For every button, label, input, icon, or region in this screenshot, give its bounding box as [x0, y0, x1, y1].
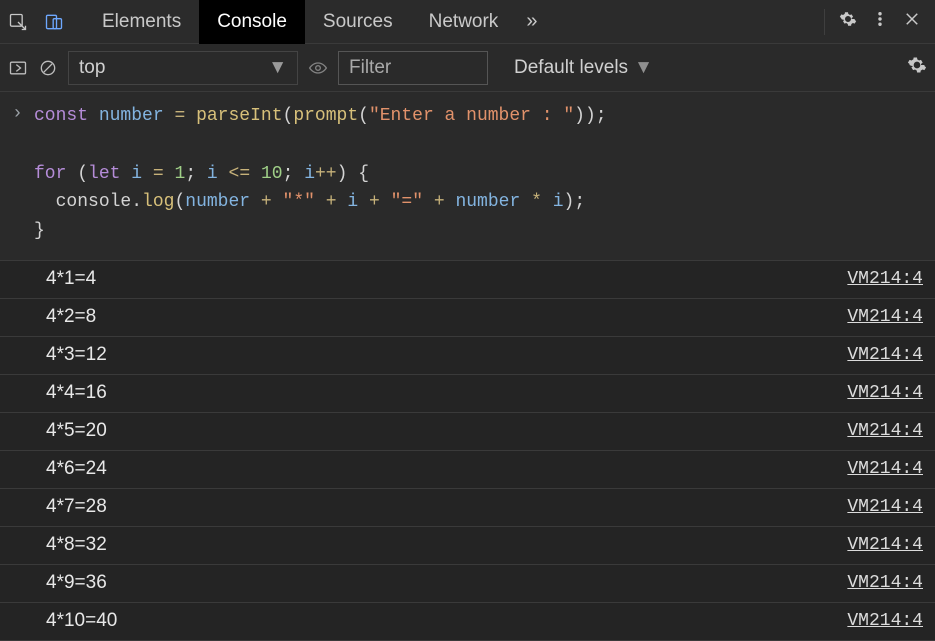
- context-value: top: [79, 57, 105, 79]
- log-row: 4*3=12 VM214:4: [0, 337, 935, 375]
- log-message: 4*3=12: [46, 344, 107, 366]
- log-message: 4*4=16: [46, 382, 107, 404]
- log-source-link[interactable]: VM214:4: [847, 535, 923, 555]
- close-icon[interactable]: [903, 10, 921, 33]
- overflow-tabs-icon[interactable]: »: [516, 10, 547, 33]
- tab-console[interactable]: Console: [199, 0, 305, 44]
- log-levels-selector[interactable]: Default levels ▼: [506, 57, 661, 79]
- levels-label: Default levels: [514, 57, 628, 79]
- tab-sources[interactable]: Sources: [305, 0, 411, 44]
- log-source-link[interactable]: VM214:4: [847, 307, 923, 327]
- toggle-sidebar-icon[interactable]: [8, 58, 28, 78]
- log-row: 4*4=16 VM214:4: [0, 375, 935, 413]
- log-source-link[interactable]: VM214:4: [847, 497, 923, 517]
- log-row: 4*7=28 VM214:4: [0, 489, 935, 527]
- log-message: 4*5=20: [46, 420, 107, 442]
- log-row: 4*2=8 VM214:4: [0, 299, 935, 337]
- log-message: 4*2=8: [46, 306, 96, 328]
- chevron-down-icon: ▼: [268, 57, 287, 79]
- log-row: 4*9=36 VM214:4: [0, 565, 935, 603]
- inspect-element-icon[interactable]: [0, 0, 36, 44]
- log-message: 4*7=28: [46, 496, 107, 518]
- console-body: › const number = parseInt(prompt("Enter …: [0, 92, 935, 641]
- log-list: 4*1=4VM214:44*2=8VM214:44*3=12VM214:44*4…: [0, 261, 935, 641]
- log-row: 4*6=24 VM214:4: [0, 451, 935, 489]
- prompt-caret-icon: ›: [12, 102, 34, 246]
- tab-network[interactable]: Network: [411, 0, 517, 44]
- context-selector[interactable]: top ▼: [68, 51, 298, 85]
- log-source-link[interactable]: VM214:4: [847, 345, 923, 365]
- log-source-link[interactable]: VM214:4: [847, 269, 923, 289]
- log-message: 4*6=24: [46, 458, 107, 480]
- console-settings-icon[interactable]: [907, 55, 927, 80]
- tab-strip: ElementsConsoleSourcesNetwork: [84, 0, 516, 44]
- separator: [824, 9, 825, 35]
- source-code: const number = parseInt(prompt("Enter a …: [34, 102, 607, 246]
- settings-icon[interactable]: [839, 10, 857, 33]
- clear-console-icon[interactable]: [38, 58, 58, 78]
- kebab-menu-icon[interactable]: [871, 10, 889, 33]
- log-source-link[interactable]: VM214:4: [847, 611, 923, 631]
- log-source-link[interactable]: VM214:4: [847, 421, 923, 441]
- console-toolbar: top ▼ Default levels ▼: [0, 44, 935, 92]
- console-input-row[interactable]: › const number = parseInt(prompt("Enter …: [0, 92, 935, 261]
- chevron-down-icon: ▼: [634, 57, 653, 79]
- tab-elements[interactable]: Elements: [84, 0, 199, 44]
- log-source-link[interactable]: VM214:4: [847, 459, 923, 479]
- log-message: 4*1=4: [46, 268, 96, 290]
- live-expression-icon[interactable]: [308, 58, 328, 78]
- log-source-link[interactable]: VM214:4: [847, 383, 923, 403]
- device-toolbar-icon[interactable]: [36, 0, 72, 44]
- devtools-tabbar: ElementsConsoleSourcesNetwork »: [0, 0, 935, 44]
- filter-input[interactable]: [338, 51, 488, 85]
- log-row: 4*5=20 VM214:4: [0, 413, 935, 451]
- log-source-link[interactable]: VM214:4: [847, 573, 923, 593]
- log-message: 4*9=36: [46, 572, 107, 594]
- log-row: 4*8=32 VM214:4: [0, 527, 935, 565]
- log-message: 4*8=32: [46, 534, 107, 556]
- log-row: 4*10=40 VM214:4: [0, 603, 935, 641]
- log-row: 4*1=4 VM214:4: [0, 261, 935, 299]
- log-message: 4*10=40: [46, 610, 117, 632]
